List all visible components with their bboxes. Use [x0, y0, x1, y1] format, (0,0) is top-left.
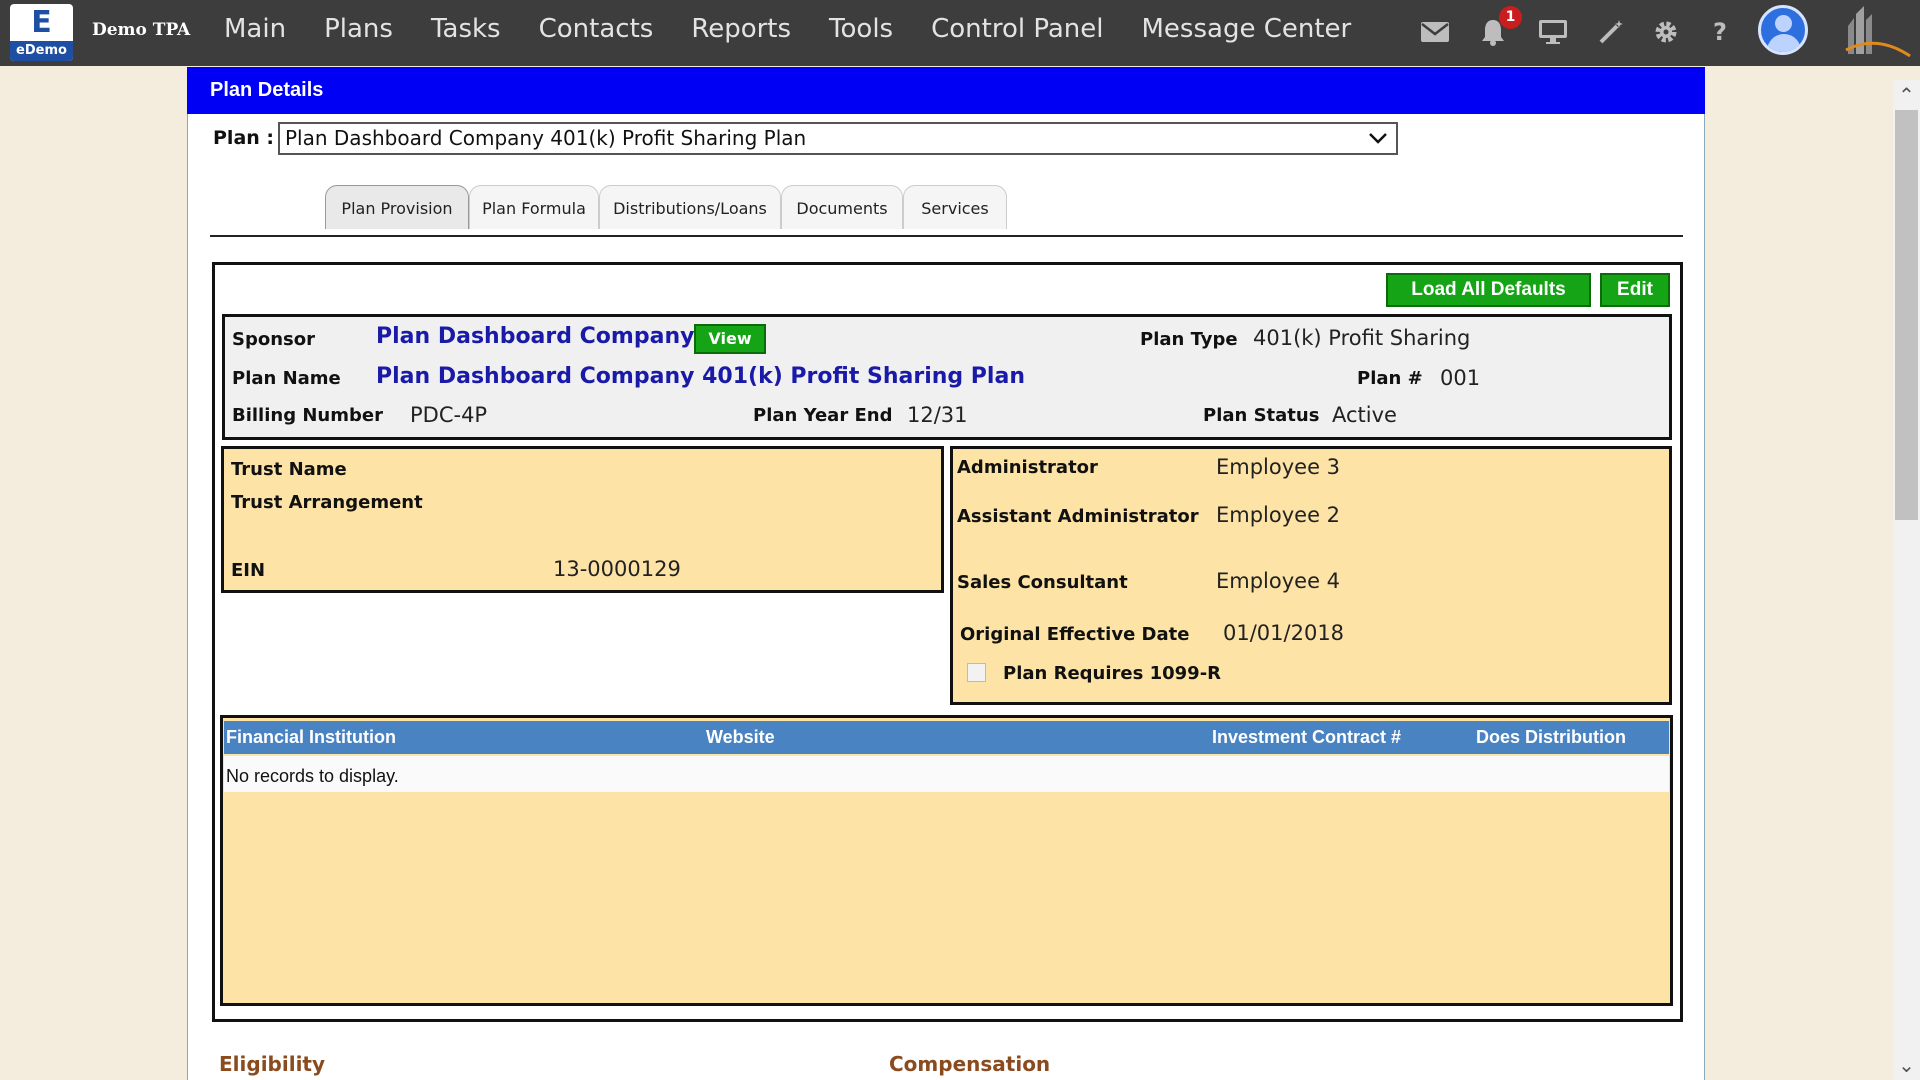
- magic-wand-icon[interactable]: [1593, 14, 1629, 50]
- tab-distributions-loans[interactable]: Distributions/Loans: [599, 185, 781, 229]
- chevron-down-icon: [1368, 124, 1388, 162]
- logo-text: eDemo: [10, 41, 73, 61]
- tpa-name: Demo TPA: [92, 20, 191, 40]
- tab-plan-formula[interactable]: Plan Formula: [469, 185, 599, 229]
- nav-contacts[interactable]: Contacts: [539, 12, 654, 46]
- plan-status-value: Active: [1332, 403, 1397, 427]
- plan-requires-1099r-label: Plan Requires 1099-R: [1003, 663, 1222, 684]
- column-website[interactable]: Website: [706, 721, 775, 754]
- plan-status-label: Plan Status: [1203, 405, 1320, 426]
- logo-letter: E: [31, 5, 52, 40]
- original-effective-date-label: Original Effective Date: [960, 624, 1190, 645]
- scroll-thumb[interactable]: [1895, 110, 1918, 520]
- tab-documents[interactable]: Documents: [781, 185, 903, 229]
- sponsor-link[interactable]: Plan Dashboard Company: [376, 324, 694, 349]
- administrator-value: Employee 3: [1216, 455, 1341, 479]
- top-nav-bar: E eDemo Demo TPA Main Plans Tasks Contac…: [0, 0, 1920, 66]
- gear-icon[interactable]: [1648, 14, 1684, 50]
- plan-name-label: Plan Name: [232, 368, 341, 389]
- plan-number-value: 001: [1440, 366, 1481, 390]
- billing-number-value: PDC-4P: [410, 403, 488, 427]
- column-does-distribution[interactable]: Does Distribution: [1476, 721, 1626, 754]
- plan-year-end-value: 12/31: [907, 403, 968, 427]
- help-icon[interactable]: ?: [1702, 14, 1738, 50]
- scroll-down-icon[interactable]: ⌄: [1893, 1050, 1920, 1080]
- plan-select[interactable]: Plan Dashboard Company 401(k) Profit Sha…: [278, 122, 1398, 155]
- plan-number-label: Plan #: [1357, 368, 1423, 389]
- vertical-scrollbar[interactable]: ⌃ ⌄: [1893, 80, 1920, 1080]
- plan-year-end-label: Plan Year End: [753, 405, 893, 426]
- assistant-administrator-label: Assistant Administrator: [957, 506, 1199, 527]
- trust-name-label: Trust Name: [231, 459, 347, 480]
- edemo-logo[interactable]: E eDemo: [10, 4, 73, 61]
- nav-main[interactable]: Main: [224, 12, 286, 46]
- plan-type-value: 401(k) Profit Sharing: [1253, 326, 1471, 350]
- financial-empty-row: No records to display.: [224, 756, 1669, 792]
- panel-title: Plan Details: [187, 67, 1705, 114]
- compensation-section-title: Compensation: [889, 1052, 1051, 1076]
- plan-type-label: Plan Type: [1140, 329, 1238, 350]
- sales-consultant-label: Sales Consultant: [957, 572, 1128, 593]
- load-all-defaults-button[interactable]: Load All Defaults: [1386, 273, 1591, 307]
- trust-arrangement-label: Trust Arrangement: [231, 492, 423, 513]
- assistant-administrator-value: Employee 2: [1216, 503, 1341, 527]
- user-avatar-icon[interactable]: [1758, 5, 1808, 55]
- tab-divider: [210, 235, 1683, 237]
- plan-label: Plan :: [213, 127, 274, 149]
- tab-plan-provision[interactable]: Plan Provision: [325, 185, 469, 229]
- tab-services[interactable]: Services: [903, 185, 1007, 229]
- mail-icon[interactable]: [1417, 14, 1453, 50]
- nav-tasks[interactable]: Tasks: [431, 12, 501, 46]
- nav-message-center[interactable]: Message Center: [1142, 12, 1352, 46]
- nav-tools[interactable]: Tools: [829, 12, 893, 46]
- nav-plans[interactable]: Plans: [324, 12, 393, 46]
- nav-reports[interactable]: Reports: [691, 12, 791, 46]
- plan-name-link[interactable]: Plan Dashboard Company 401(k) Profit Sha…: [376, 364, 1025, 389]
- monitor-icon[interactable]: [1535, 14, 1571, 50]
- administrator-label: Administrator: [957, 457, 1098, 478]
- column-investment-contract[interactable]: Investment Contract #: [1212, 721, 1401, 754]
- ein-label: EIN: [231, 560, 266, 581]
- edit-button[interactable]: Edit: [1600, 273, 1670, 307]
- plan-requires-1099r-checkbox[interactable]: [967, 663, 986, 682]
- view-sponsor-button[interactable]: View: [694, 324, 766, 354]
- avatar-body: [1767, 34, 1801, 52]
- buildings-logo-icon: [1842, 4, 1912, 60]
- avatar-head: [1775, 15, 1792, 32]
- plan-select-value: Plan Dashboard Company 401(k) Profit Sha…: [285, 126, 807, 150]
- nav-control-panel[interactable]: Control Panel: [931, 12, 1103, 46]
- sponsor-label: Sponsor: [232, 329, 315, 350]
- column-financial-institution[interactable]: Financial Institution: [226, 721, 396, 754]
- scroll-up-icon[interactable]: ⌃: [1893, 80, 1920, 110]
- eligibility-section-title: Eligibility: [219, 1052, 326, 1076]
- sales-consultant-value: Employee 4: [1216, 569, 1341, 593]
- financial-table-header: Financial Institution Website Investment…: [224, 721, 1669, 754]
- main-nav: Main Plans Tasks Contacts Reports Tools …: [206, 12, 1389, 46]
- billing-number-label: Billing Number: [232, 405, 383, 426]
- notification-badge[interactable]: 1: [1499, 6, 1522, 29]
- original-effective-date-value: 01/01/2018: [1223, 621, 1345, 645]
- ein-value: 13-0000129: [553, 557, 681, 581]
